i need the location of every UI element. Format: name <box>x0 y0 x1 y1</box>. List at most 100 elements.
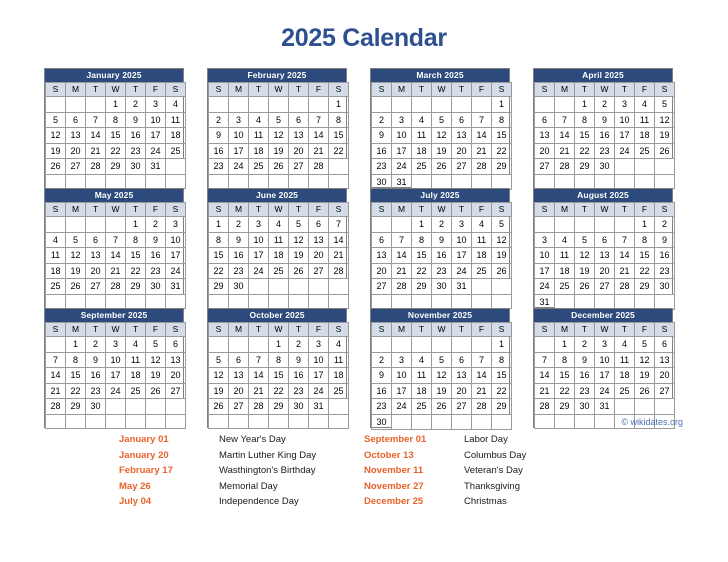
day-cell[interactable]: 26 <box>45 158 66 175</box>
day-cell[interactable]: 22 <box>268 382 289 399</box>
day-cell[interactable]: 20 <box>594 262 615 279</box>
day-cell[interactable]: 10 <box>534 247 555 264</box>
day-cell[interactable]: 2 <box>371 111 392 128</box>
day-cell[interactable]: 8 <box>125 231 146 248</box>
day-cell[interactable]: 19 <box>431 142 452 159</box>
day-cell[interactable]: 25 <box>411 398 432 415</box>
day-cell[interactable]: 9 <box>125 111 146 128</box>
day-cell[interactable]: 6 <box>451 351 472 368</box>
day-cell[interactable]: 29 <box>491 158 512 175</box>
day-cell[interactable]: 18 <box>125 367 146 384</box>
day-cell[interactable]: 27 <box>451 158 472 175</box>
day-cell[interactable]: 6 <box>65 111 86 128</box>
day-cell[interactable]: 23 <box>85 382 106 399</box>
day-cell[interactable]: 3 <box>308 336 329 353</box>
day-cell[interactable]: 15 <box>208 247 229 264</box>
day-cell[interactable]: 29 <box>105 158 126 175</box>
day-cell[interactable]: 21 <box>554 142 575 159</box>
day-cell[interactable]: 10 <box>451 231 472 248</box>
day-cell[interactable]: 3 <box>391 111 412 128</box>
day-cell[interactable]: 5 <box>491 216 512 233</box>
day-cell[interactable]: 28 <box>554 158 575 175</box>
day-cell[interactable]: 15 <box>65 367 86 384</box>
day-cell[interactable]: 6 <box>85 231 106 248</box>
day-cell[interactable]: 19 <box>288 247 309 264</box>
day-cell[interactable]: 18 <box>614 367 635 384</box>
day-cell[interactable]: 26 <box>288 262 309 279</box>
day-cell[interactable]: 10 <box>228 127 249 144</box>
day-cell[interactable]: 19 <box>574 262 595 279</box>
day-cell[interactable]: 14 <box>328 231 349 248</box>
day-cell[interactable]: 4 <box>411 351 432 368</box>
day-cell[interactable]: 13 <box>85 247 106 264</box>
day-cell[interactable]: 3 <box>614 96 635 113</box>
day-cell[interactable]: 23 <box>654 262 675 279</box>
day-cell[interactable]: 28 <box>328 262 349 279</box>
day-cell[interactable]: 23 <box>288 382 309 399</box>
day-cell[interactable]: 13 <box>165 351 186 368</box>
day-cell[interactable]: 12 <box>268 127 289 144</box>
day-cell[interactable]: 3 <box>248 216 269 233</box>
day-cell[interactable]: 18 <box>165 127 186 144</box>
day-cell[interactable]: 29 <box>208 278 229 295</box>
day-cell[interactable]: 5 <box>145 336 166 353</box>
day-cell[interactable]: 25 <box>125 382 146 399</box>
day-cell[interactable]: 20 <box>165 367 186 384</box>
day-cell[interactable]: 14 <box>85 127 106 144</box>
day-cell[interactable]: 13 <box>371 247 392 264</box>
day-cell[interactable]: 19 <box>634 367 655 384</box>
day-cell[interactable]: 24 <box>391 158 412 175</box>
day-cell[interactable]: 4 <box>634 96 655 113</box>
day-cell[interactable]: 27 <box>65 158 86 175</box>
day-cell[interactable]: 11 <box>411 127 432 144</box>
day-cell[interactable]: 8 <box>208 231 229 248</box>
day-cell[interactable]: 7 <box>534 351 555 368</box>
day-cell[interactable]: 6 <box>288 111 309 128</box>
day-cell[interactable]: 1 <box>554 336 575 353</box>
day-cell[interactable]: 10 <box>308 351 329 368</box>
day-cell[interactable]: 4 <box>125 336 146 353</box>
day-cell[interactable]: 18 <box>248 142 269 159</box>
day-cell[interactable]: 21 <box>534 382 555 399</box>
day-cell[interactable]: 18 <box>45 262 66 279</box>
day-cell[interactable]: 30 <box>145 278 166 295</box>
day-cell[interactable]: 13 <box>451 367 472 384</box>
day-cell[interactable]: 12 <box>65 247 86 264</box>
day-cell[interactable]: 9 <box>145 231 166 248</box>
day-cell[interactable]: 25 <box>248 158 269 175</box>
day-cell[interactable]: 23 <box>431 262 452 279</box>
day-cell[interactable]: 28 <box>248 398 269 415</box>
day-cell[interactable]: 23 <box>574 382 595 399</box>
day-cell[interactable]: 19 <box>654 127 675 144</box>
day-cell[interactable]: 29 <box>268 398 289 415</box>
day-cell[interactable]: 5 <box>654 96 675 113</box>
day-cell[interactable]: 9 <box>574 351 595 368</box>
day-cell[interactable]: 13 <box>288 127 309 144</box>
day-cell[interactable]: 9 <box>371 367 392 384</box>
day-cell[interactable]: 7 <box>471 111 492 128</box>
day-cell[interactable]: 24 <box>451 262 472 279</box>
day-cell[interactable]: 27 <box>371 278 392 295</box>
day-cell[interactable]: 24 <box>105 382 126 399</box>
day-cell[interactable]: 4 <box>554 231 575 248</box>
day-cell[interactable]: 30 <box>594 158 615 175</box>
day-cell[interactable]: 28 <box>105 278 126 295</box>
day-cell[interactable]: 30 <box>288 398 309 415</box>
day-cell[interactable]: 5 <box>45 111 66 128</box>
day-cell[interactable]: 1 <box>634 216 655 233</box>
day-cell[interactable]: 16 <box>125 127 146 144</box>
day-cell[interactable]: 15 <box>411 247 432 264</box>
day-cell[interactable]: 31 <box>165 278 186 295</box>
day-cell[interactable]: 13 <box>534 127 555 144</box>
day-cell[interactable]: 31 <box>451 278 472 295</box>
day-cell[interactable]: 23 <box>125 142 146 159</box>
day-cell[interactable]: 19 <box>491 247 512 264</box>
day-cell[interactable]: 9 <box>228 231 249 248</box>
day-cell[interactable]: 3 <box>145 96 166 113</box>
day-cell[interactable]: 23 <box>228 262 249 279</box>
day-cell[interactable]: 16 <box>654 247 675 264</box>
day-cell[interactable]: 11 <box>45 247 66 264</box>
day-cell[interactable]: 15 <box>491 367 512 384</box>
day-cell[interactable]: 26 <box>654 142 675 159</box>
day-cell[interactable]: 22 <box>554 382 575 399</box>
